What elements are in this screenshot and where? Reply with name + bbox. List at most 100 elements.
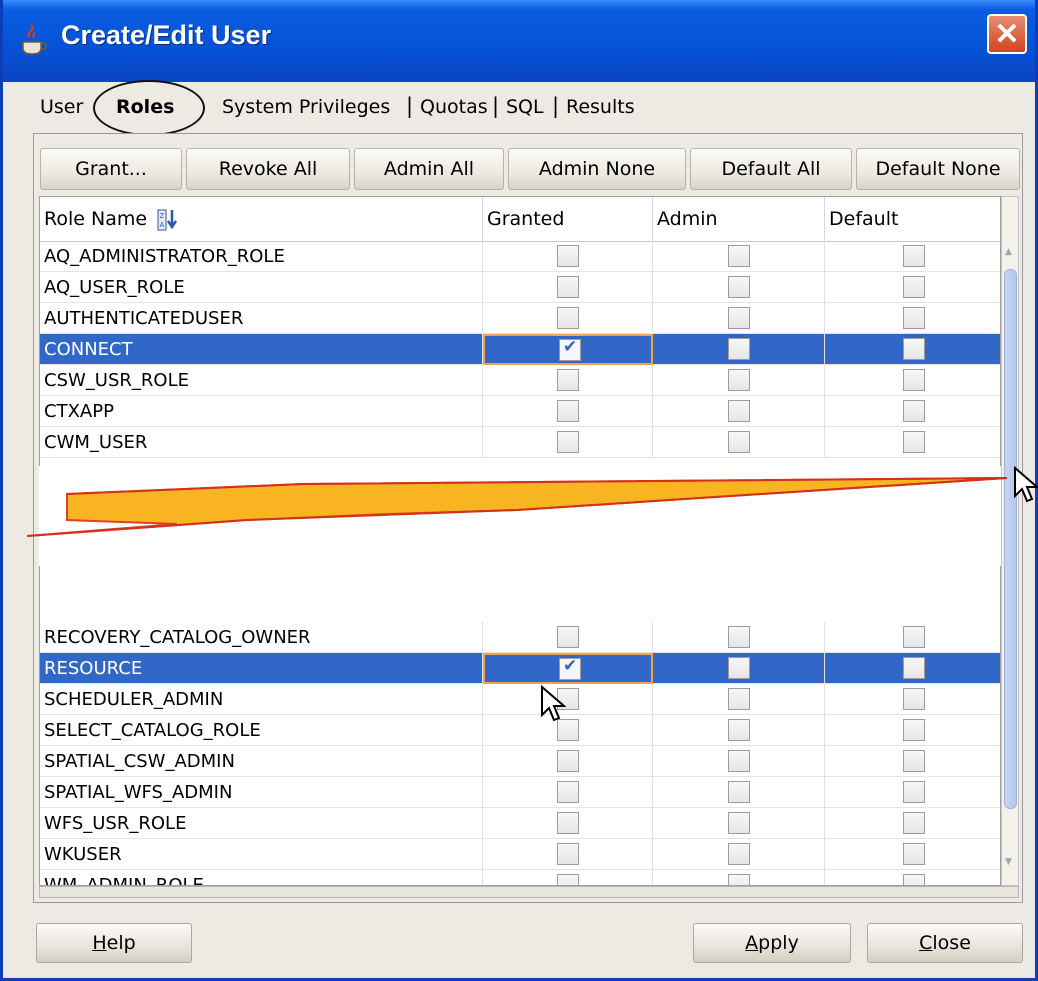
admin-checkbox[interactable] xyxy=(728,245,750,267)
granted-checkbox[interactable] xyxy=(557,245,579,267)
table-row[interactable]: AUTHENTICATEDUSER xyxy=(40,303,1000,334)
role-name-cell[interactable]: RECOVERY_CATALOG_OWNER xyxy=(40,622,483,653)
table-row[interactable]: SPATIAL_CSW_ADMIN xyxy=(40,746,1000,777)
revoke-all-button[interactable]: Revoke All xyxy=(186,148,350,190)
table-row[interactable]: CTXAPP xyxy=(40,396,1000,427)
role-name-cell[interactable]: AUTHENTICATEDUSER xyxy=(40,303,483,334)
role-name-cell[interactable]: SCHEDULER_ADMIN xyxy=(40,684,483,715)
tab-roles[interactable]: Roles xyxy=(116,96,174,118)
role-name-cell[interactable]: CSW_USR_ROLE xyxy=(40,365,483,396)
default-all-button[interactable]: Default All xyxy=(690,148,852,190)
tab-system-privileges[interactable]: System Privileges xyxy=(222,96,390,118)
admin-checkbox[interactable] xyxy=(728,657,750,679)
role-name-cell[interactable]: CWM_USER xyxy=(40,427,483,458)
default-checkbox[interactable] xyxy=(903,276,925,298)
admin-checkbox[interactable] xyxy=(728,874,750,885)
admin-checkbox[interactable] xyxy=(728,688,750,710)
granted-checkbox[interactable] xyxy=(557,874,579,885)
tab-quotas[interactable]: Quotas xyxy=(420,96,488,118)
sort-descending-icon[interactable]: Z A xyxy=(157,208,179,232)
granted-checkbox[interactable] xyxy=(557,812,579,834)
default-checkbox[interactable] xyxy=(903,750,925,772)
table-row[interactable]: SPATIAL_WFS_ADMIN xyxy=(40,777,1000,808)
default-checkbox[interactable] xyxy=(903,307,925,329)
granted-checkbox[interactable] xyxy=(557,307,579,329)
table-row[interactable]: RECOVERY_CATALOG_OWNER xyxy=(40,622,1000,653)
tab-sql[interactable]: SQL xyxy=(506,96,544,118)
role-name-cell[interactable]: SPATIAL_WFS_ADMIN xyxy=(40,777,483,808)
horizontal-scrollbar[interactable] xyxy=(39,886,1019,898)
role-name-cell[interactable]: WKUSER xyxy=(40,839,483,870)
table-row[interactable]: RESOURCE ✔ xyxy=(40,653,1000,684)
role-name-cell[interactable]: AQ_ADMINISTRATOR_ROLE xyxy=(40,241,483,272)
granted-checkbox[interactable]: ✔ xyxy=(559,337,581,361)
table-row[interactable]: SELECT_CATALOG_ROLE xyxy=(40,715,1000,746)
table-row[interactable]: CONNECT ✔ xyxy=(40,334,1000,365)
granted-checkbox[interactable] xyxy=(557,400,579,422)
default-checkbox[interactable] xyxy=(903,657,925,679)
admin-checkbox[interactable] xyxy=(728,781,750,803)
default-checkbox[interactable] xyxy=(903,245,925,267)
table-row[interactable]: CWM_USER xyxy=(40,427,1000,458)
default-checkbox[interactable] xyxy=(903,843,925,865)
granted-checkbox[interactable] xyxy=(557,781,579,803)
granted-checkbox[interactable] xyxy=(557,276,579,298)
tab-results[interactable]: Results xyxy=(566,96,635,118)
role-name-cell[interactable]: SPATIAL_CSW_ADMIN xyxy=(40,746,483,777)
default-checkbox[interactable] xyxy=(903,626,925,648)
granted-checkbox[interactable] xyxy=(557,431,579,453)
admin-checkbox[interactable] xyxy=(728,276,750,298)
close-window-button[interactable]: ✕ xyxy=(987,14,1027,54)
column-header-admin[interactable]: Admin xyxy=(653,197,825,241)
title-bar[interactable]: Create/Edit User ✕ xyxy=(3,0,1035,82)
admin-checkbox[interactable] xyxy=(728,369,750,391)
granted-checkbox[interactable] xyxy=(557,750,579,772)
granted-checkbox[interactable] xyxy=(557,843,579,865)
role-name-cell[interactable]: WM_ADMIN_ROLE xyxy=(40,870,483,885)
help-button[interactable]: Help xyxy=(36,923,192,963)
role-name-cell[interactable]: CTXAPP xyxy=(40,396,483,427)
table-row[interactable]: WM_ADMIN_ROLE xyxy=(40,870,1000,885)
table-row[interactable]: AQ_USER_ROLE xyxy=(40,272,1000,303)
table-row[interactable]: WKUSER xyxy=(40,839,1000,870)
admin-all-button[interactable]: Admin All xyxy=(354,148,504,190)
granted-checkbox[interactable]: ✔ xyxy=(559,656,581,680)
role-name-cell[interactable]: WFS_USR_ROLE xyxy=(40,808,483,839)
apply-button[interactable]: Apply xyxy=(693,923,851,963)
table-row[interactable]: WFS_USR_ROLE xyxy=(40,808,1000,839)
granted-checkbox[interactable] xyxy=(557,369,579,391)
default-checkbox[interactable] xyxy=(903,431,925,453)
default-checkbox[interactable] xyxy=(903,369,925,391)
role-name-cell[interactable]: RESOURCE xyxy=(40,653,483,684)
close-button[interactable]: Close xyxy=(867,923,1023,963)
table-row[interactable]: CSW_USR_ROLE xyxy=(40,365,1000,396)
admin-checkbox[interactable] xyxy=(728,431,750,453)
scroll-down-arrow-icon[interactable]: ▼ xyxy=(1005,857,1012,867)
table-row[interactable]: SCHEDULER_ADMIN xyxy=(40,684,1000,715)
role-name-cell[interactable]: CONNECT xyxy=(40,334,483,365)
table-row[interactable]: AQ_ADMINISTRATOR_ROLE xyxy=(40,241,1000,272)
admin-checkbox[interactable] xyxy=(728,843,750,865)
admin-checkbox[interactable] xyxy=(728,338,750,360)
column-header-role-name[interactable]: Role Name Z A xyxy=(40,197,483,241)
default-checkbox[interactable] xyxy=(903,874,925,885)
admin-checkbox[interactable] xyxy=(728,307,750,329)
default-checkbox[interactable] xyxy=(903,688,925,710)
column-header-granted[interactable]: Granted xyxy=(483,197,653,241)
default-checkbox[interactable] xyxy=(903,719,925,741)
admin-checkbox[interactable] xyxy=(728,626,750,648)
default-checkbox[interactable] xyxy=(903,338,925,360)
granted-checkbox[interactable] xyxy=(557,626,579,648)
admin-checkbox[interactable] xyxy=(728,400,750,422)
admin-checkbox[interactable] xyxy=(728,750,750,772)
default-checkbox[interactable] xyxy=(903,400,925,422)
admin-checkbox[interactable] xyxy=(728,719,750,741)
scroll-up-arrow-icon[interactable]: ▲ xyxy=(1005,247,1012,257)
column-header-default[interactable]: Default xyxy=(825,197,1000,241)
role-name-cell[interactable]: AQ_USER_ROLE xyxy=(40,272,483,303)
default-checkbox[interactable] xyxy=(903,812,925,834)
role-name-cell[interactable]: SELECT_CATALOG_ROLE xyxy=(40,715,483,746)
default-none-button[interactable]: Default None xyxy=(856,148,1020,190)
admin-none-button[interactable]: Admin None xyxy=(508,148,686,190)
admin-checkbox[interactable] xyxy=(728,812,750,834)
